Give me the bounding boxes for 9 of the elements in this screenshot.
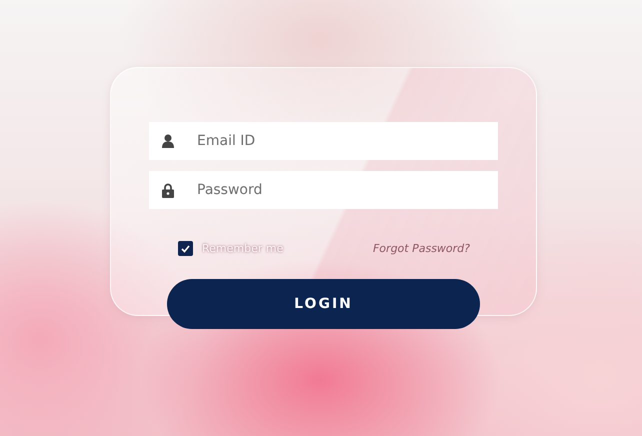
password-field[interactable]: Password (149, 171, 498, 209)
email-field[interactable]: Email ID (149, 122, 498, 160)
remember-checkbox[interactable] (178, 241, 193, 256)
forgot-password-link[interactable]: Forgot Password? (372, 242, 470, 255)
login-button[interactable]: LOGIN (167, 279, 480, 329)
remember-label: Remember me (202, 242, 284, 255)
lock-icon (162, 182, 174, 198)
user-icon (162, 134, 174, 148)
check-icon (181, 244, 190, 252)
